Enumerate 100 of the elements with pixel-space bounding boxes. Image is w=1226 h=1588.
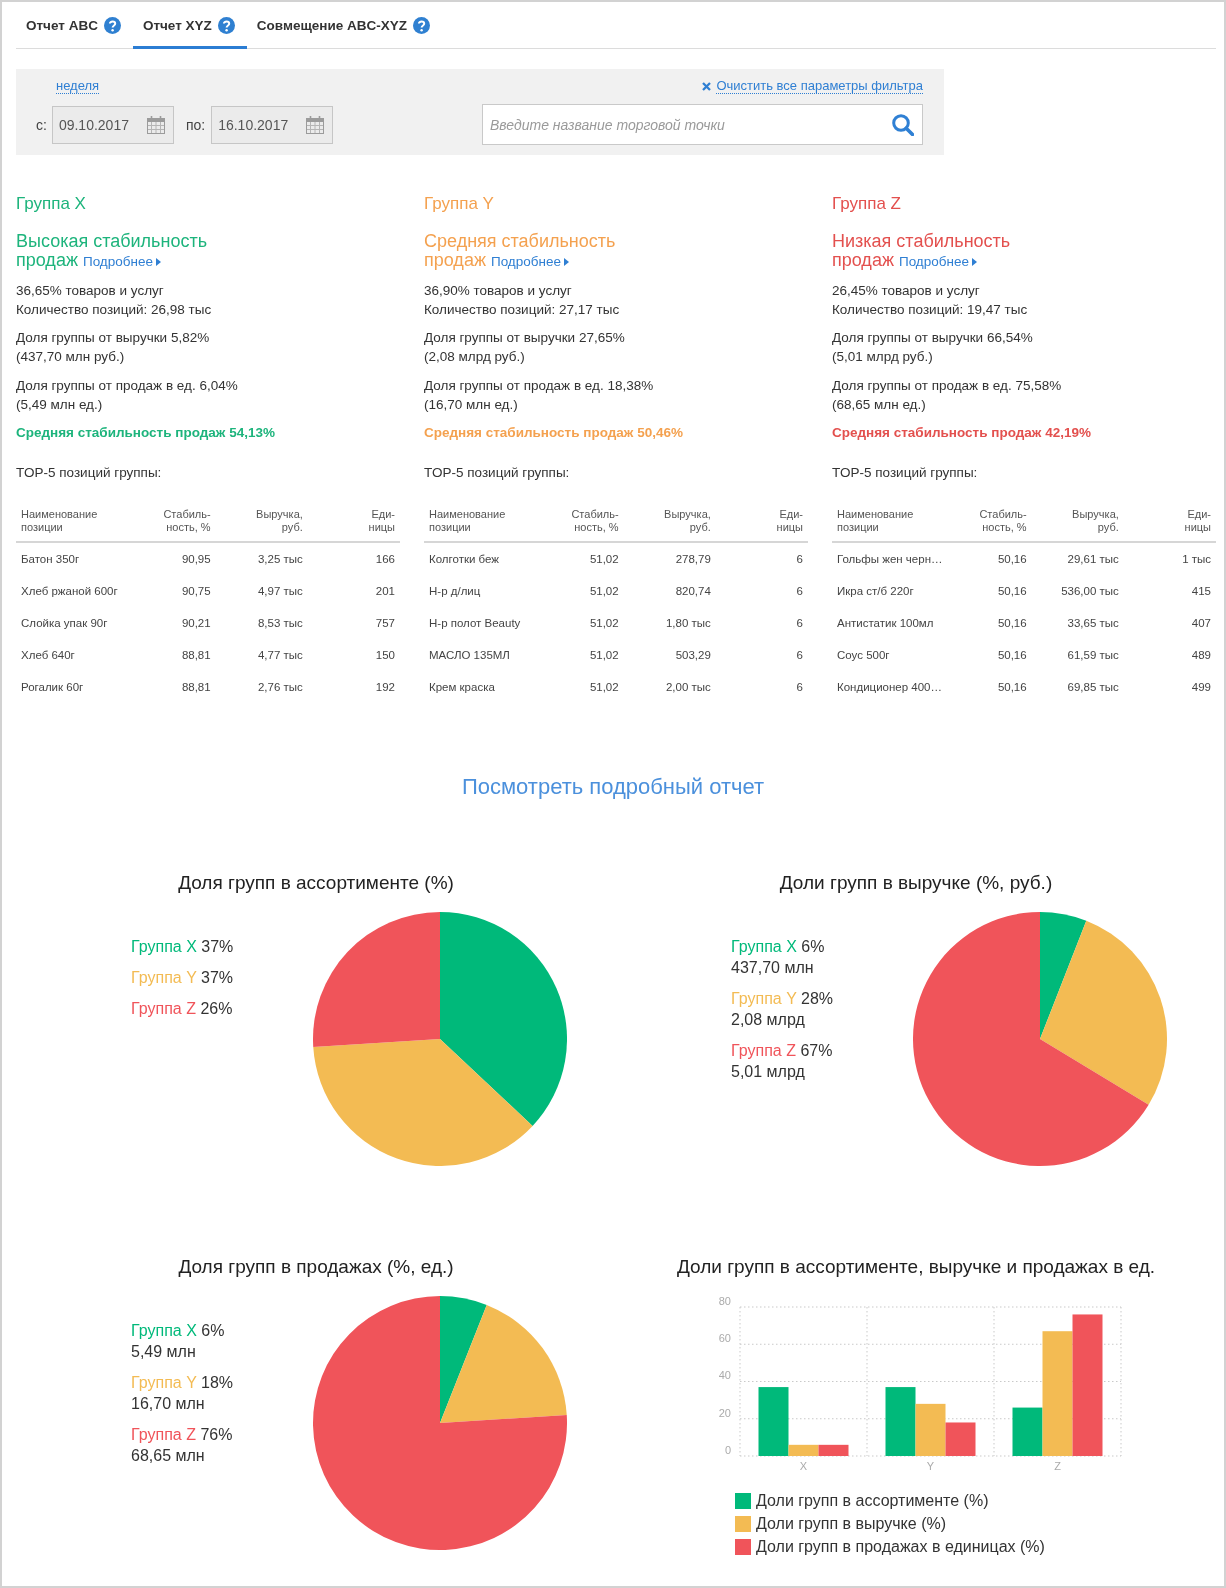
y-axis-label: 0: [724, 1443, 731, 1456]
column-header: Еди- ницы: [307, 504, 400, 542]
legend-value: 18%: [201, 1374, 234, 1391]
average-stability: Средняя стабильность продаж 54,13%: [16, 424, 276, 442]
group-heading: Низкая стабильность продаж Подробнее: [832, 232, 1012, 271]
table-cell-text: 503,29: [674, 648, 712, 663]
legend-label: Группа Z: [131, 1000, 196, 1017]
table-cell-text: 51,02: [588, 584, 620, 599]
group-stat: Количество позиций: 26,98 тыс: [16, 301, 213, 319]
column-header: Выручка, руб.: [215, 504, 308, 542]
table-cell: 6: [715, 542, 808, 575]
table-cell-text: 88,81: [180, 680, 212, 695]
group-title: Группа Y: [424, 194, 495, 214]
table-cell: 3,25 тыс: [215, 542, 308, 575]
details-link[interactable]: Подробнее: [490, 254, 569, 269]
legend-label: Доли групп в ассортименте (%): [756, 1491, 989, 1511]
report-link[interactable]: Посмотреть подробный отчет: [461, 774, 765, 799]
help-icon[interactable]: [217, 17, 235, 34]
details-link[interactable]: Подробнее: [898, 254, 977, 269]
help-icon[interactable]: [413, 17, 431, 34]
column-header: Выручка, руб.: [623, 504, 716, 542]
table-cell: 278,79: [623, 542, 716, 575]
table-cell-text: 50,16: [996, 648, 1028, 663]
report-tab[interactable]: Отчет ABC: [16, 2, 133, 49]
average-stability: Средняя стабильность продаж 50,46%: [424, 424, 684, 442]
top-positions-title: TOP-5 позиций группы:: [424, 464, 571, 482]
table-cell: 1 тыс: [1123, 542, 1216, 575]
group-stat: (68,65 млн ед.): [832, 396, 927, 414]
table-cell-text: 1,80 тыс: [664, 616, 712, 631]
close-icon[interactable]: [702, 81, 712, 91]
x-axis-label: Y: [926, 1459, 935, 1472]
chart-title: Доля групп в продажах (%, ед.): [177, 1255, 455, 1279]
legend-value: 67%: [800, 1042, 833, 1059]
table-cell-text: Кондиционер 400…: [836, 680, 943, 695]
table-cell: 51,02: [554, 542, 624, 575]
group-stat: Доля группы от выручки 66,54%: [832, 329, 1034, 347]
group-title: Группа X: [16, 194, 87, 214]
date-to-label: по:: [185, 116, 206, 133]
table-cell-text: 2,76 тыс: [256, 680, 304, 695]
table-cell-text: 820,74: [674, 584, 712, 599]
column-header: Стабиль- ность, %: [146, 504, 216, 542]
legend-label: Группа Y: [131, 969, 197, 986]
legend-value: 37%: [201, 969, 234, 986]
table-cell-text: 6: [795, 680, 804, 695]
average-stability: Средняя стабильность продаж 42,19%: [832, 424, 1092, 442]
table-cell: Гольфы жен черн…: [832, 542, 963, 575]
table-cell-text: 4,97 тыс: [256, 584, 304, 599]
report-tab[interactable]: Совмещение ABC-XYZ: [246, 2, 443, 49]
y-axis-label: 20: [718, 1406, 731, 1419]
caret-icon: [155, 258, 161, 266]
table-cell: 90,95: [146, 542, 216, 575]
help-icon[interactable]: [103, 17, 121, 34]
details-link[interactable]: Подробнее: [82, 254, 161, 269]
group-title: Группа Z: [832, 194, 902, 214]
search-icon[interactable]: [892, 114, 914, 136]
table-cell-text: 51,02: [588, 648, 620, 663]
table-cell-text: 499: [1190, 680, 1212, 695]
group-stat: (437,70 млн руб.): [16, 348, 126, 366]
group-stat: 26,45% товаров и услуг: [832, 282, 981, 300]
legend-value: 6%: [801, 938, 825, 955]
table-cell-text: 61,59 тыс: [1066, 648, 1120, 663]
period-link[interactable]: неделя: [56, 78, 100, 94]
legend-value: 37%: [201, 938, 234, 955]
legend-label: Группа X: [131, 1322, 197, 1339]
group-stat: (5,01 млрд руб.): [832, 348, 934, 366]
table-cell-text: Хлеб 640г: [20, 648, 76, 663]
legend-label: Группа Y: [731, 990, 797, 1007]
column-header: Наименование позиции: [424, 504, 555, 542]
table-cell-text: 201: [374, 584, 396, 599]
caret-icon: [971, 258, 977, 266]
column-header: Выручка, руб.: [1031, 504, 1124, 542]
table-cell-text: 90,21: [180, 616, 212, 631]
chart-title: Доли групп в выручке (%, руб.): [778, 871, 1054, 895]
table-cell-text: 51,02: [588, 680, 620, 695]
table-cell-text: 51,02: [588, 616, 620, 631]
top-positions-title: TOP-5 позиций группы:: [832, 464, 979, 482]
date-field[interactable]: 16.10.2017: [211, 105, 334, 144]
calendar-icon: [146, 115, 165, 134]
search-field[interactable]: Введите название торговой точки: [482, 104, 923, 145]
group-stat: Доля группы от выручки 27,65%: [424, 329, 626, 347]
column-header: Наименование позиции: [832, 504, 963, 542]
table-cell: Батон 350г: [16, 542, 147, 575]
legend-value: 28%: [801, 990, 834, 1007]
table-cell-text: 6: [795, 584, 804, 599]
table-cell: 29,61 тыс: [1031, 542, 1124, 575]
column-header: Еди- ницы: [1123, 504, 1216, 542]
y-axis-label: 80: [718, 1294, 731, 1307]
table-cell-text: 6: [795, 616, 804, 631]
legend-amount: 2,08 млрд: [731, 1010, 806, 1030]
caret-icon: [563, 258, 569, 266]
table-cell: Колготки беж: [424, 542, 555, 575]
table-cell-text: 33,65 тыс: [1066, 616, 1120, 631]
clear-filter-link[interactable]: Очистить все параметры фильтра: [702, 78, 923, 94]
report-tab[interactable]: Отчет XYZ: [132, 2, 247, 49]
group-stat: (16,70 млн ед.): [424, 396, 519, 414]
legend-label: Группа Z: [731, 1042, 796, 1059]
legend-amount: 5,49 млн: [131, 1342, 197, 1362]
table-cell-text: 489: [1190, 648, 1212, 663]
calendar-icon: [306, 115, 325, 134]
date-field[interactable]: 09.10.2017: [51, 105, 174, 144]
